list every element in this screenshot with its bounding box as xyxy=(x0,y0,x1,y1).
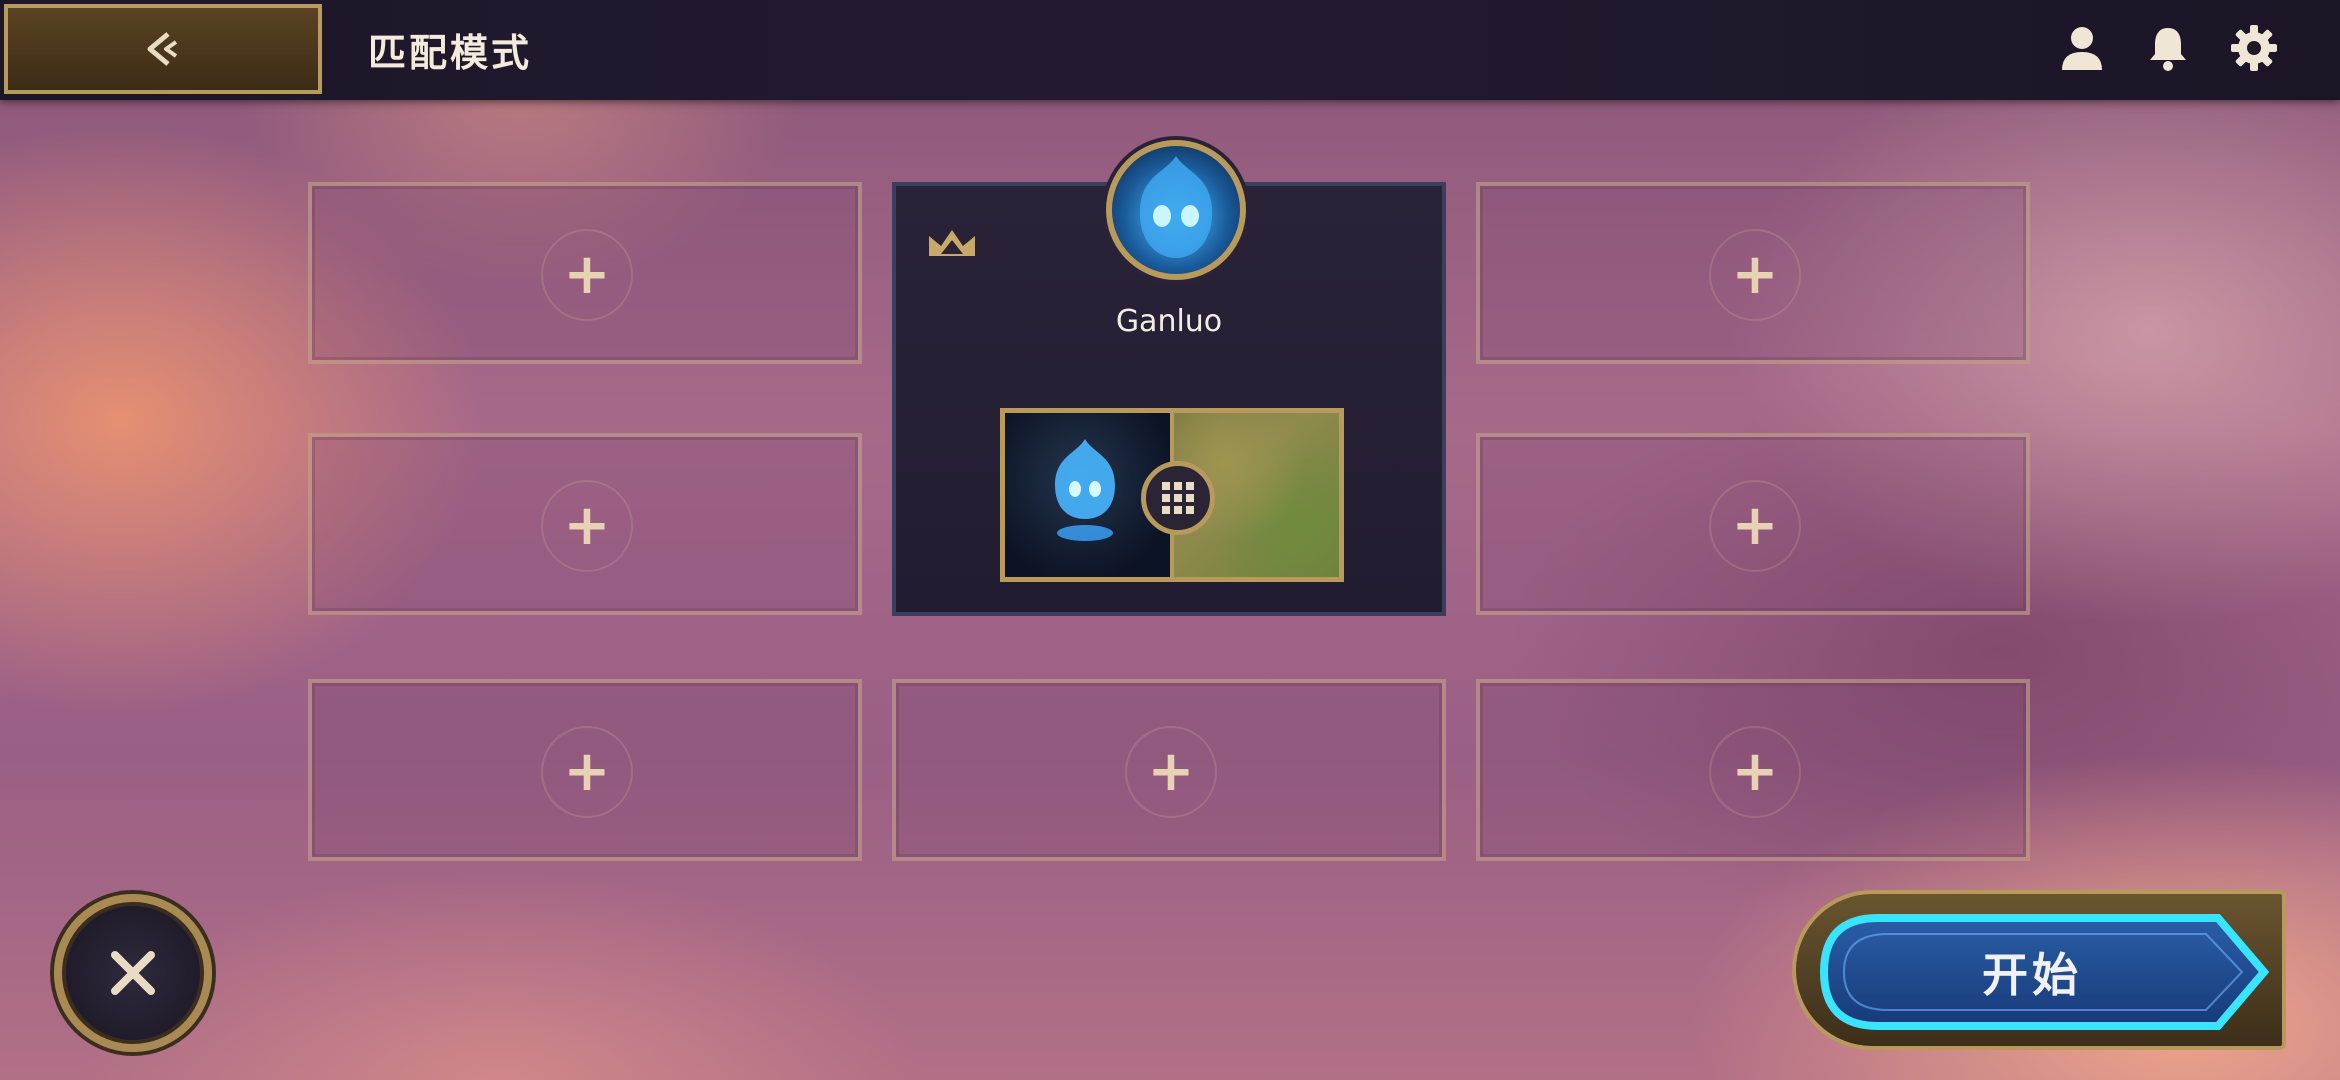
grid-icon xyxy=(1162,482,1194,514)
notifications-button[interactable] xyxy=(2142,22,2194,74)
empty-party-slot-6[interactable]: + xyxy=(892,679,1446,861)
empty-party-slot-3[interactable]: + xyxy=(308,433,862,615)
gear-icon xyxy=(2231,25,2277,71)
start-button[interactable]: 开始 xyxy=(1818,912,2270,1032)
invite-plus-icon: + xyxy=(541,726,633,818)
start-label: 开始 xyxy=(1982,948,2082,1002)
page-title: 匹配模式 xyxy=(368,31,533,75)
start-button-frame[interactable]: 开始 xyxy=(1792,890,2286,1050)
companion-portrait xyxy=(1139,156,1213,258)
top-bar: 匹配模式 xyxy=(0,0,2340,100)
back-arrow-icon xyxy=(147,32,178,66)
loadout-button[interactable] xyxy=(1141,461,1215,535)
invite-plus-icon: + xyxy=(1125,726,1217,818)
invite-plus-icon: + xyxy=(1709,229,1801,321)
empty-party-slot-7[interactable]: + xyxy=(1476,679,2030,861)
back-button[interactable] xyxy=(4,4,322,94)
close-button[interactable] xyxy=(54,894,212,1052)
profile-button[interactable] xyxy=(2056,22,2108,74)
empty-party-slot-5[interactable]: + xyxy=(308,679,862,861)
crown-icon xyxy=(929,230,975,256)
close-icon xyxy=(111,951,155,995)
invite-plus-icon: + xyxy=(541,480,633,572)
user-icon xyxy=(2062,27,2102,70)
invite-plus-icon: + xyxy=(541,229,633,321)
invite-plus-icon: + xyxy=(1709,480,1801,572)
player-avatar[interactable] xyxy=(1106,140,1246,280)
loadout-preview[interactable] xyxy=(1000,408,1344,582)
player-name: Ganluo xyxy=(1115,304,1223,339)
invite-plus-icon: + xyxy=(1709,726,1801,818)
bell-icon xyxy=(2150,28,2186,71)
empty-party-slot-2[interactable]: + xyxy=(1476,182,2030,364)
player-card: Ganluo xyxy=(892,140,1446,616)
settings-button[interactable] xyxy=(2228,22,2280,74)
empty-party-slot-4[interactable]: + xyxy=(1476,433,2030,615)
empty-party-slot-1[interactable]: + xyxy=(308,182,862,364)
